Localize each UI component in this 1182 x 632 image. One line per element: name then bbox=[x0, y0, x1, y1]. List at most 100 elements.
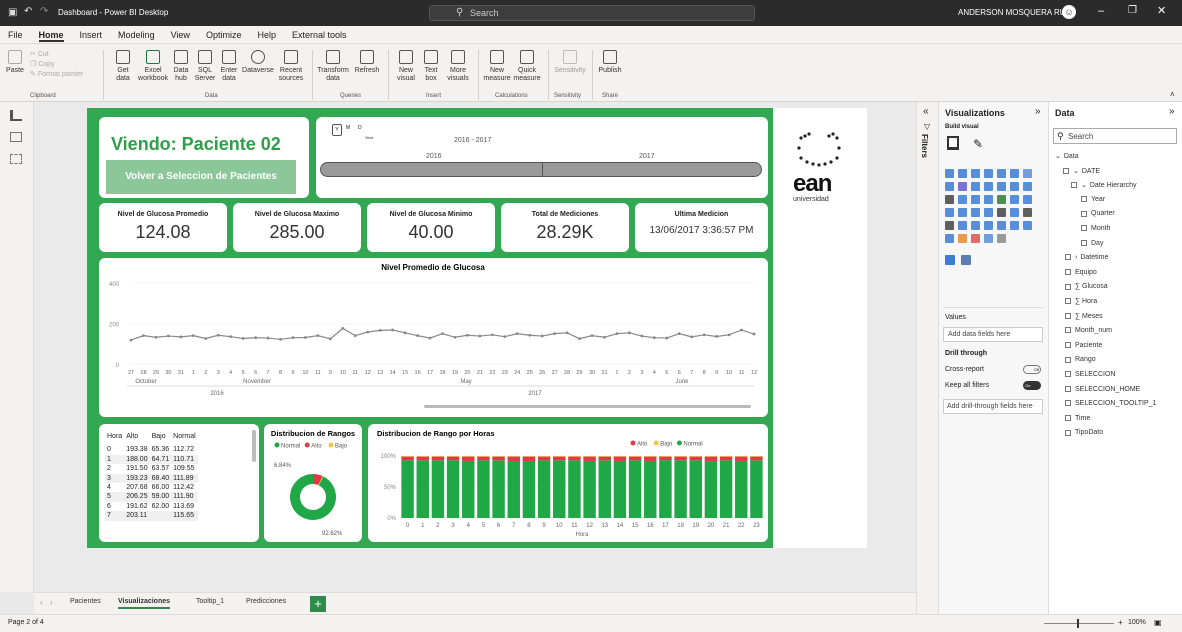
checkbox[interactable] bbox=[1065, 356, 1071, 363]
line-point[interactable] bbox=[640, 334, 644, 338]
matrix-icon[interactable] bbox=[1023, 208, 1032, 217]
kpi-card[interactable]: Ultima Medicion 13/06/2017 3:36:57 PM bbox=[635, 203, 768, 252]
donut-slice[interactable] bbox=[290, 474, 336, 520]
bar-segment[interactable] bbox=[553, 456, 566, 461]
slicer-d[interactable]: D bbox=[358, 125, 362, 131]
bar-segment[interactable] bbox=[477, 456, 490, 461]
field-hora[interactable]: ∑ Hora bbox=[1065, 298, 1097, 305]
refresh-button[interactable]: Refresh bbox=[352, 50, 382, 75]
multi-row-card-icon[interactable] bbox=[971, 208, 980, 217]
format-painter-button[interactable]: ✎ Format painter bbox=[30, 70, 83, 80]
table-scrollbar[interactable] bbox=[252, 430, 256, 462]
column-header[interactable]: Bajo bbox=[150, 432, 172, 445]
line-point[interactable] bbox=[453, 335, 457, 339]
kpi-card[interactable]: Nivel de Glucosa Minimo 40.00 bbox=[367, 203, 495, 252]
line-point[interactable] bbox=[615, 332, 619, 336]
field-seleccion-home[interactable]: SELECCION_HOME bbox=[1065, 386, 1140, 393]
bar-segment[interactable] bbox=[674, 456, 687, 461]
next-page-icon[interactable]: › bbox=[50, 598, 53, 607]
field-seleccion[interactable]: SELECCION bbox=[1065, 371, 1115, 378]
line-point[interactable] bbox=[391, 328, 395, 332]
more-visuals-icon[interactable] bbox=[984, 234, 993, 243]
bar-segment[interactable] bbox=[431, 456, 445, 457]
checkbox[interactable] bbox=[1081, 239, 1087, 246]
stacked-bar-chart[interactable]: Distribucion de Rango por Horas Alto Bajo N… bbox=[368, 424, 768, 542]
line-point[interactable] bbox=[553, 332, 557, 336]
bar-segment[interactable] bbox=[522, 460, 536, 518]
line-point[interactable] bbox=[466, 333, 469, 337]
kpi-card[interactable]: Total de Mediciones 28.29K bbox=[501, 203, 629, 252]
field-quarter[interactable]: Quarter bbox=[1081, 210, 1115, 217]
model-view-icon[interactable] bbox=[10, 154, 22, 164]
line-point[interactable] bbox=[428, 336, 432, 340]
zoom-slider-thumb[interactable] bbox=[1077, 619, 1079, 628]
bar-segment[interactable] bbox=[568, 456, 581, 457]
prev-page-icon[interactable]: ‹ bbox=[40, 598, 43, 607]
slicer-y[interactable]: Y bbox=[332, 124, 342, 136]
line-point[interactable] bbox=[304, 336, 307, 339]
format-tab-icon[interactable] bbox=[961, 255, 971, 265]
slicer-m[interactable]: M bbox=[346, 125, 350, 131]
line-point[interactable] bbox=[403, 331, 407, 335]
scatter-icon[interactable] bbox=[945, 195, 954, 204]
publish-button[interactable]: Publish bbox=[596, 50, 624, 75]
python-visual-icon[interactable] bbox=[958, 221, 967, 230]
treemap-icon[interactable] bbox=[984, 195, 993, 204]
line-point[interactable] bbox=[291, 336, 295, 340]
bar-segment[interactable] bbox=[416, 456, 429, 457]
field-date-hierarchy[interactable]: ⌄ Date Hierarchy bbox=[1071, 181, 1137, 189]
checkbox[interactable] bbox=[1081, 210, 1087, 217]
bar-segment[interactable] bbox=[446, 456, 460, 457]
field-datetime[interactable]: › Datetime bbox=[1065, 254, 1108, 261]
checkbox[interactable] bbox=[1065, 254, 1071, 261]
bar-segment[interactable] bbox=[735, 456, 748, 457]
bar-segment[interactable] bbox=[659, 456, 672, 457]
checkbox[interactable] bbox=[1065, 429, 1071, 436]
new-visual-button[interactable]: New visual bbox=[394, 50, 418, 83]
collapse-viz-icon[interactable]: » bbox=[1035, 106, 1041, 117]
area-icon[interactable] bbox=[945, 182, 954, 191]
line-point[interactable] bbox=[378, 328, 382, 332]
field-year[interactable]: Year bbox=[1081, 196, 1105, 203]
field-date[interactable]: ⌄ DATE bbox=[1063, 167, 1100, 175]
bar-segment[interactable] bbox=[598, 460, 611, 518]
line-point[interactable] bbox=[540, 334, 544, 338]
line-point[interactable] bbox=[503, 335, 507, 339]
transform-data-button[interactable]: Transform data bbox=[316, 50, 350, 83]
line-point[interactable] bbox=[590, 334, 594, 338]
build-visual-icon[interactable] bbox=[947, 136, 959, 150]
field-data[interactable]: ⌄ Data bbox=[1055, 152, 1079, 160]
bar-segment[interactable] bbox=[522, 456, 536, 461]
r-visual-icon[interactable] bbox=[945, 221, 954, 230]
kpi-card[interactable]: Nivel de Glucosa Promedio 124.08 bbox=[99, 203, 227, 252]
bar-segment[interactable] bbox=[537, 456, 551, 461]
menu-view[interactable]: View bbox=[171, 30, 190, 40]
report-view-icon[interactable] bbox=[10, 110, 22, 121]
line-point[interactable] bbox=[677, 332, 681, 336]
line-point[interactable] bbox=[715, 335, 719, 338]
checkbox[interactable] bbox=[1071, 182, 1077, 189]
field-time[interactable]: Time bbox=[1065, 415, 1090, 422]
bar-segment[interactable] bbox=[644, 456, 657, 457]
decomposition-tree-icon[interactable] bbox=[984, 221, 993, 230]
line-point[interactable] bbox=[154, 335, 158, 339]
field-tipodato[interactable]: TipoDato bbox=[1065, 429, 1103, 436]
menu-file[interactable]: File bbox=[8, 30, 23, 40]
line-point[interactable] bbox=[142, 334, 145, 338]
line-point[interactable] bbox=[279, 337, 282, 341]
kpi-icon[interactable] bbox=[984, 208, 993, 217]
drill-through-well[interactable]: Add drill-through fields here bbox=[943, 399, 1043, 414]
line-point[interactable] bbox=[328, 337, 332, 341]
checkbox[interactable] bbox=[1065, 312, 1071, 319]
line-icon[interactable] bbox=[1023, 169, 1032, 178]
bar-segment[interactable] bbox=[628, 460, 642, 518]
enter-data-button[interactable]: Enter data bbox=[218, 50, 240, 83]
cut-button[interactable]: ✂ Cut bbox=[30, 50, 83, 60]
quick-measure-button[interactable]: Quick measure bbox=[512, 50, 542, 83]
collapse-ribbon-icon[interactable]: ˄ bbox=[1170, 90, 1175, 99]
bar-segment[interactable] bbox=[583, 460, 596, 518]
stacked-area-icon[interactable] bbox=[958, 182, 967, 191]
bar-segment[interactable] bbox=[462, 460, 475, 518]
line-point[interactable] bbox=[690, 335, 694, 339]
new-measure-button[interactable]: New measure bbox=[482, 50, 512, 83]
